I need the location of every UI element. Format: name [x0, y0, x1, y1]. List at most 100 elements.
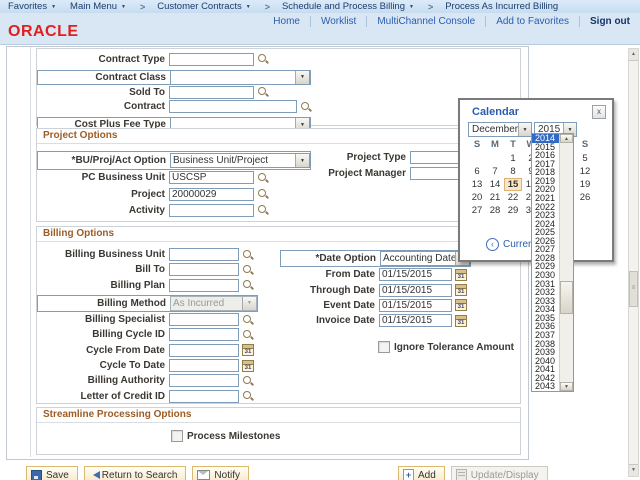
scrollbar-thumb[interactable]	[629, 271, 638, 307]
text-input[interactable]	[169, 279, 239, 292]
scrollbar-thumb[interactable]	[560, 281, 573, 314]
text-input[interactable]	[169, 313, 239, 326]
save-button[interactable]: Save	[26, 466, 78, 480]
breadcrumb-item[interactable]: > Favorites ▼	[8, 1, 56, 12]
header-link[interactable]: Worklist	[310, 16, 366, 27]
lookup-icon[interactable]	[257, 204, 269, 216]
form-row: Project 20000029 20000029▼	[37, 186, 520, 202]
calendar-day[interactable]: 20	[468, 191, 486, 204]
lookup-icon[interactable]	[242, 279, 254, 291]
calendar-day[interactable]	[486, 152, 504, 165]
year-option[interactable]: 2043	[532, 382, 560, 391]
lookup-icon[interactable]	[257, 86, 269, 98]
add-button[interactable]: Add	[398, 466, 445, 480]
text-input[interactable]	[169, 344, 239, 357]
dropdown-arrow-icon[interactable]: ▼	[242, 297, 256, 310]
calendar-prompt-icon[interactable]	[455, 315, 467, 327]
text-input[interactable]	[169, 204, 254, 217]
text-input[interactable]	[169, 374, 239, 387]
lookup-icon[interactable]	[257, 188, 269, 200]
calendar-day[interactable]: 21	[486, 191, 504, 204]
dropdown[interactable]: Accounting Date▼	[380, 251, 470, 266]
lookup-icon[interactable]	[257, 53, 269, 65]
calendar-prompt-icon[interactable]	[455, 269, 467, 281]
text-input[interactable]: 01/15/2015	[379, 268, 452, 281]
breadcrumb-item[interactable]: > Schedule and Process Billing ▼	[265, 1, 414, 12]
lookup-icon[interactable]	[242, 375, 254, 387]
header-link[interactable]: Add to Favorites	[485, 16, 579, 27]
toolbar-left: Save Return to Search Notify	[26, 466, 249, 480]
scroll-up-icon[interactable]	[629, 49, 638, 61]
dropdown-arrow-icon[interactable]: ▼	[295, 71, 309, 84]
lookup-icon[interactable]	[242, 264, 254, 276]
lookup-icon[interactable]	[242, 329, 254, 341]
text-input[interactable]: 01/15/2015	[379, 314, 452, 327]
close-icon[interactable]: x	[592, 105, 606, 119]
dropdown-arrow-icon[interactable]: ▼	[295, 154, 309, 167]
calendar-day[interactable]: 5	[576, 152, 594, 165]
calendar-day[interactable]: 28	[486, 204, 504, 217]
scroll-down-icon[interactable]	[560, 382, 573, 391]
calendar-prompt-icon[interactable]	[455, 299, 467, 311]
text-input[interactable]	[169, 328, 239, 341]
calendar-day[interactable]: 8	[504, 165, 522, 178]
text-input[interactable]	[169, 86, 254, 99]
return-to-search-button[interactable]: Return to Search	[84, 466, 187, 480]
dropdown[interactable]: ▼	[170, 70, 310, 85]
update-display-button[interactable]: Update/Display	[451, 466, 548, 480]
calendar-prompt-icon[interactable]	[455, 284, 467, 296]
header-link[interactable]: Home	[263, 16, 310, 27]
scroll-up-icon[interactable]	[560, 134, 573, 143]
dropdown[interactable]: As Incurred▼	[170, 296, 257, 311]
ignore-tolerance-checkbox[interactable]	[378, 341, 390, 353]
dropdown-arrow-icon[interactable]: ▼	[518, 123, 531, 136]
text-input[interactable]	[169, 53, 254, 66]
sign-out-link[interactable]: Sign out	[579, 16, 636, 27]
text-input[interactable]: 20000029	[169, 188, 254, 201]
calendar-day[interactable]: 13	[468, 178, 486, 191]
text-input[interactable]	[169, 100, 297, 113]
header-link[interactable]: MultiChannel Console	[366, 16, 485, 27]
text-input[interactable]: 01/15/2015	[379, 284, 452, 297]
calendar-prompt-icon[interactable]	[242, 344, 254, 356]
process-milestones-checkbox[interactable]	[171, 430, 183, 442]
calendar-day[interactable]: 29	[504, 204, 522, 217]
text-input[interactable]	[169, 263, 239, 276]
calendar-day[interactable]: 22	[504, 191, 522, 204]
year-list-scrollbar[interactable]	[559, 134, 573, 391]
lookup-icon[interactable]	[257, 172, 269, 184]
dropdown[interactable]: Business Unit/Project▼	[170, 153, 310, 168]
calendar-day[interactable]: 27	[468, 204, 486, 217]
breadcrumb-item[interactable]: > Process As Incurred Billing ▼	[428, 1, 558, 12]
month-select[interactable]: December ▼	[468, 122, 532, 137]
field-label: Activity	[37, 205, 165, 216]
text-input[interactable]	[169, 248, 239, 261]
notify-button[interactable]: Notify	[192, 466, 249, 480]
scroll-down-icon[interactable]	[629, 464, 638, 476]
calendar-prompt-icon[interactable]	[242, 360, 254, 372]
lookup-icon[interactable]	[300, 101, 312, 113]
text-input[interactable]	[169, 359, 239, 372]
lookup-icon[interactable]	[242, 390, 254, 402]
calendar-day[interactable]: 14	[486, 178, 504, 191]
vertical-scrollbar[interactable]	[628, 48, 639, 477]
text-input[interactable]: 01/15/2015	[379, 299, 452, 312]
calendar-day[interactable]: 19	[576, 178, 594, 191]
update-display-icon	[456, 469, 467, 480]
form-row: Through Date 01/15/2015 01/15/2015▼	[280, 282, 471, 297]
calendar-day[interactable]: 15	[504, 178, 522, 191]
calendar-day[interactable]: 1	[504, 152, 522, 165]
calendar-day[interactable]: 26	[576, 191, 594, 204]
breadcrumb-item[interactable]: > Customer Contracts ▼	[140, 1, 251, 12]
calendar-day[interactable]: 6	[468, 165, 486, 178]
breadcrumb-item[interactable]: > Main Menu ▼	[70, 1, 126, 12]
calendar-day[interactable]	[468, 152, 486, 165]
lookup-icon[interactable]	[242, 249, 254, 261]
field-label: Through Date	[280, 285, 375, 296]
calendar-day[interactable]: 7	[486, 165, 504, 178]
field-label: Cycle From Date	[37, 345, 165, 356]
calendar-day[interactable]: 12	[576, 165, 594, 178]
text-input[interactable]: USCSP	[169, 171, 254, 184]
lookup-icon[interactable]	[242, 314, 254, 326]
text-input[interactable]	[169, 390, 239, 403]
